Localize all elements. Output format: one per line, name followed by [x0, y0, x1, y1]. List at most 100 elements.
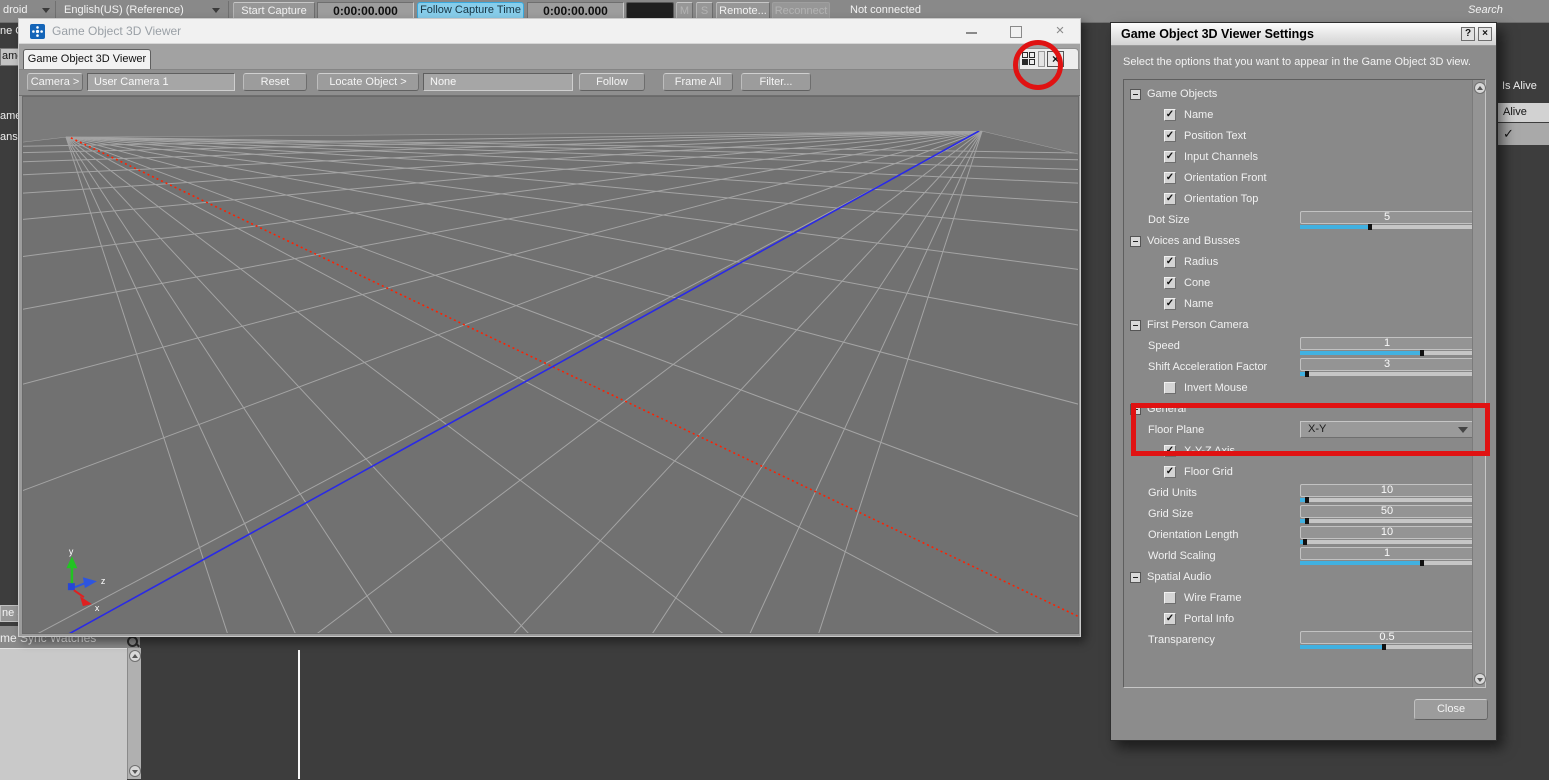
- settings-scrollbar[interactable]: [1472, 80, 1485, 687]
- checkbox-label: Orientation Top: [1184, 193, 1258, 205]
- collapse-toggle-icon[interactable]: [1130, 320, 1141, 331]
- slider-handle[interactable]: [1303, 539, 1307, 545]
- maximize-button[interactable]: [1000, 19, 1030, 44]
- slider-fill: [1300, 351, 1422, 355]
- slider-track[interactable]: [1300, 540, 1474, 544]
- tree-row-name: ✓Name: [1124, 294, 1472, 315]
- slider-transparency[interactable]: 0.5: [1300, 631, 1474, 650]
- slider-track[interactable]: [1300, 645, 1474, 649]
- scroll-down-button[interactable]: [129, 765, 141, 777]
- minimize-button[interactable]: [956, 19, 986, 44]
- clipped-label: ansp: [0, 131, 18, 143]
- slider-track[interactable]: [1300, 372, 1474, 376]
- checkbox-orientation-front[interactable]: ✓: [1164, 172, 1176, 184]
- group-label: Spatial Audio: [1147, 571, 1211, 583]
- slider-handle[interactable]: [1420, 350, 1424, 356]
- checkbox-x-y-z-axis[interactable]: ✓: [1164, 445, 1176, 457]
- slider-track[interactable]: [1300, 498, 1474, 502]
- camera-menu-button[interactable]: Camera >: [27, 73, 83, 91]
- slider-value: 3: [1300, 358, 1474, 371]
- language-caret-icon[interactable]: [212, 8, 220, 13]
- dialog-titlebar[interactable]: Game Object 3D Viewer Settings ? ×: [1111, 23, 1496, 46]
- slider-shift-acceleration-factor[interactable]: 3: [1300, 358, 1474, 377]
- slider-handle[interactable]: [1305, 371, 1309, 377]
- checkbox-invert-mouse[interactable]: [1164, 382, 1176, 394]
- dropdown-floor-plane[interactable]: X-Y: [1300, 421, 1474, 438]
- slider-track[interactable]: [1300, 225, 1474, 229]
- search-input[interactable]: Search: [1468, 4, 1503, 16]
- 3d-viewport[interactable]: y z x: [22, 96, 1079, 634]
- search-icon[interactable]: [127, 636, 138, 647]
- checkbox-label: Floor Grid: [1184, 466, 1233, 478]
- window-titlebar[interactable]: Game Object 3D Viewer ×: [19, 19, 1080, 44]
- reset-button[interactable]: Reset: [243, 73, 307, 91]
- slider-handle[interactable]: [1368, 224, 1372, 230]
- close-dialog-button[interactable]: Close: [1414, 699, 1488, 720]
- close-button[interactable]: ×: [1045, 19, 1075, 44]
- timeline-cursor: [298, 650, 300, 779]
- table-cell-alive[interactable]: Alive: [1498, 103, 1549, 122]
- platform-selector-partial[interactable]: droid: [3, 4, 27, 16]
- language-selector[interactable]: English(US) (Reference): [64, 4, 184, 16]
- dropdown-label: Floor Plane: [1148, 424, 1204, 436]
- slider-orientation-length[interactable]: 10: [1300, 526, 1474, 545]
- platform-caret-icon[interactable]: [42, 8, 50, 13]
- scroll-up-button[interactable]: [129, 650, 141, 662]
- filter-button[interactable]: Filter...: [741, 73, 811, 91]
- chevron-up-icon: [1477, 86, 1483, 90]
- slider-grid-units[interactable]: 10: [1300, 484, 1474, 503]
- slider-track[interactable]: [1300, 519, 1474, 523]
- checkbox-name[interactable]: ✓: [1164, 109, 1176, 121]
- slider-handle[interactable]: [1305, 497, 1309, 503]
- slider-value: 0.5: [1300, 631, 1474, 644]
- tree-row-orientation-front: ✓Orientation Front: [1124, 168, 1472, 189]
- slider-handle[interactable]: [1420, 560, 1424, 566]
- slider-track[interactable]: [1300, 561, 1474, 565]
- scroll-up-button[interactable]: [1474, 82, 1486, 94]
- tree-row-wire-frame: Wire Frame: [1124, 588, 1472, 609]
- frame-all-button[interactable]: Frame All: [663, 73, 733, 91]
- slider-dot-size[interactable]: 5: [1300, 211, 1474, 230]
- checkbox-input-channels[interactable]: ✓: [1164, 151, 1176, 163]
- group-label: First Person Camera: [1147, 319, 1248, 331]
- dialog-close-icon[interactable]: ×: [1478, 27, 1492, 41]
- tab-game-object-3d-viewer[interactable]: Game Object 3D Viewer: [23, 49, 151, 69]
- slider-speed[interactable]: 1: [1300, 337, 1474, 356]
- checkbox-position-text[interactable]: ✓: [1164, 130, 1176, 142]
- collapse-toggle-icon[interactable]: [1130, 404, 1141, 415]
- splitter-button[interactable]: [1038, 51, 1045, 67]
- checkbox-wire-frame[interactable]: [1164, 592, 1176, 604]
- checkbox-radius[interactable]: ✓: [1164, 256, 1176, 268]
- checkbox-orientation-top[interactable]: ✓: [1164, 193, 1176, 205]
- scroll-down-button[interactable]: [1474, 673, 1486, 685]
- collapse-toggle-icon[interactable]: [1130, 89, 1141, 100]
- dialog-description: Select the options that you want to appe…: [1123, 56, 1471, 68]
- view-settings-button[interactable]: [1022, 52, 1036, 66]
- slider-handle[interactable]: [1382, 644, 1386, 650]
- checkbox-name[interactable]: ✓: [1164, 298, 1176, 310]
- camera-value-field[interactable]: User Camera 1: [87, 73, 235, 91]
- checkbox-label: Portal Info: [1184, 613, 1234, 625]
- close-view-button[interactable]: ×: [1047, 51, 1064, 67]
- checkbox-portal-info[interactable]: ✓: [1164, 613, 1176, 625]
- scrollbar[interactable]: [127, 648, 141, 779]
- help-button[interactable]: ?: [1461, 27, 1475, 41]
- slider-label: Grid Size: [1148, 508, 1193, 520]
- slider-world-scaling[interactable]: 1: [1300, 547, 1474, 566]
- slider-handle[interactable]: [1305, 518, 1309, 524]
- slider-track[interactable]: [1300, 351, 1474, 355]
- slider-grid-size[interactable]: 50: [1300, 505, 1474, 524]
- tree-row-grid-units: Grid Units10: [1124, 483, 1472, 504]
- checkbox-cone[interactable]: ✓: [1164, 277, 1176, 289]
- locate-object-field[interactable]: None: [423, 73, 573, 91]
- checkbox-floor-grid[interactable]: ✓: [1164, 466, 1176, 478]
- collapse-toggle-icon[interactable]: [1130, 572, 1141, 583]
- slider-value: 10: [1300, 484, 1474, 497]
- tab-row: Game Object 3D Viewer ×: [19, 44, 1080, 70]
- follow-button[interactable]: Follow: [579, 73, 645, 91]
- collapse-toggle-icon[interactable]: [1130, 236, 1141, 247]
- chevron-down-icon: [1458, 427, 1468, 433]
- background-panel: [0, 648, 127, 780]
- checkbox-label: Wire Frame: [1184, 592, 1241, 604]
- locate-object-button[interactable]: Locate Object >: [317, 73, 419, 91]
